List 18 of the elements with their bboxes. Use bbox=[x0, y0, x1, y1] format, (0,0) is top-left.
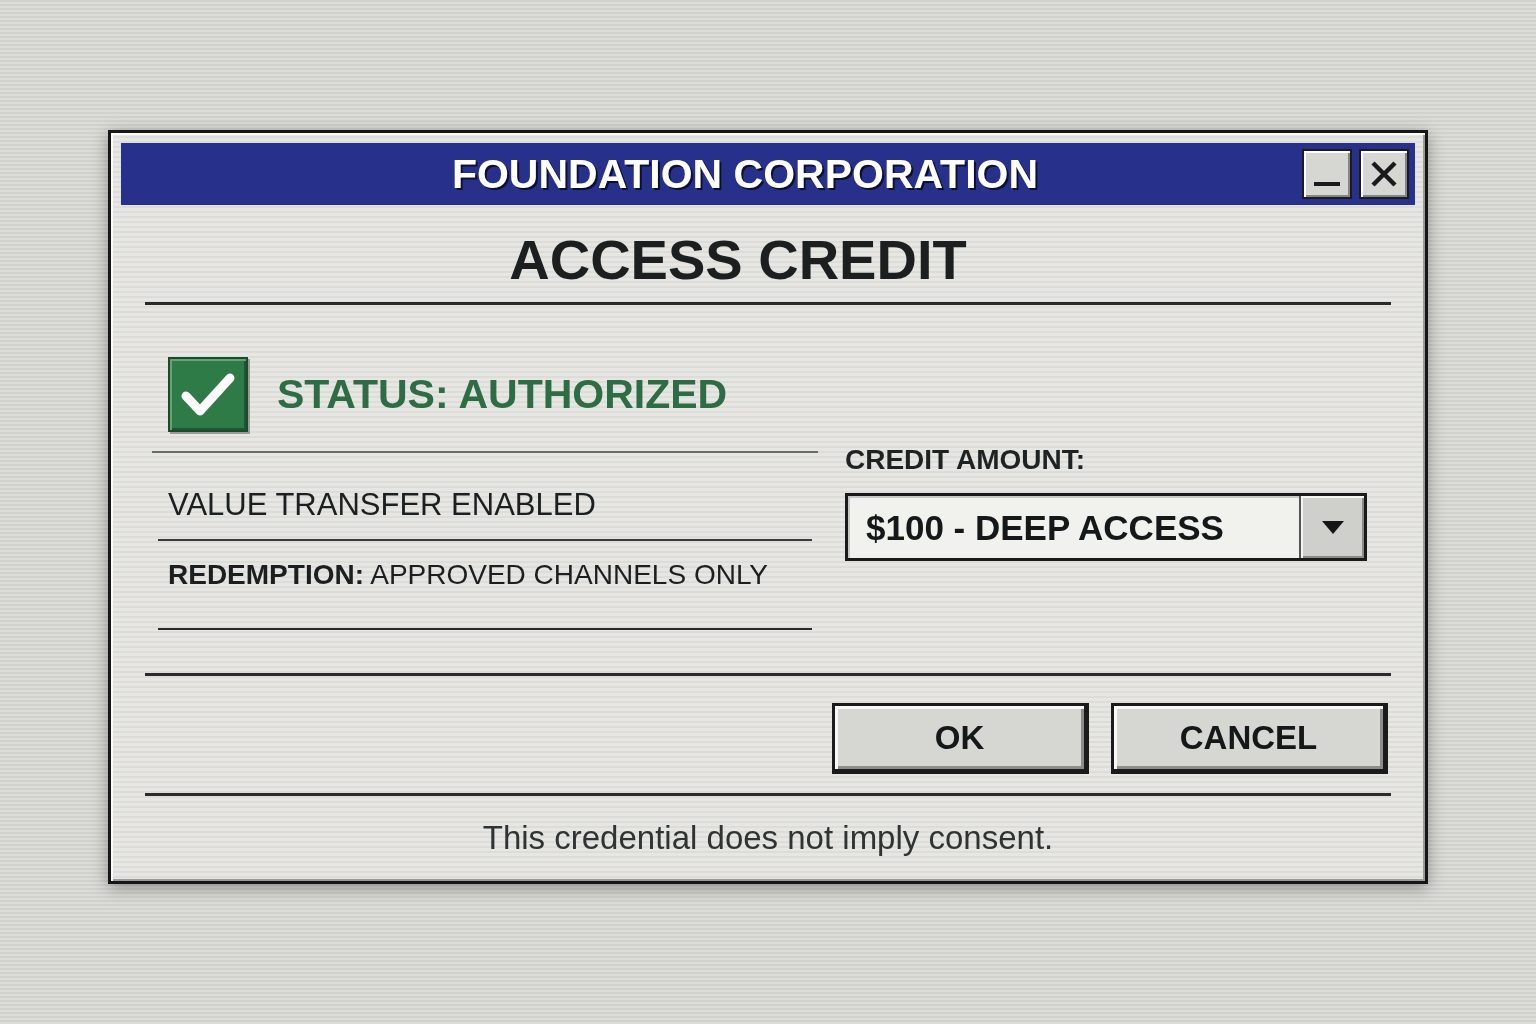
transfer-status-text: VALUE TRANSFER ENABLED bbox=[168, 487, 596, 522]
status-checkbox[interactable] bbox=[168, 357, 248, 432]
credit-amount-label: CREDIT AMOUNT: bbox=[845, 444, 1086, 475]
minimize-button[interactable] bbox=[1302, 149, 1352, 199]
window-title: FOUNDATION CORPORATION bbox=[451, 150, 1039, 197]
cancel-button[interactable]: CANCEL bbox=[1111, 703, 1388, 774]
dropdown-arrow-button[interactable] bbox=[1299, 496, 1364, 558]
ok-button[interactable]: OK bbox=[832, 703, 1089, 774]
check-icon bbox=[181, 373, 235, 416]
caret-down-icon bbox=[1321, 520, 1344, 534]
dialog-heading: ACCESS CREDIT bbox=[509, 228, 967, 291]
footer-disclaimer: This credential does not imply consent. bbox=[482, 819, 1054, 856]
close-button[interactable] bbox=[1359, 149, 1409, 199]
status-label: STATUS: AUTHORIZED bbox=[277, 374, 728, 415]
minimize-icon bbox=[1314, 182, 1340, 186]
redemption-text: REDEMPTION: APPROVED CHANNELS ONLY bbox=[168, 559, 769, 590]
close-icon bbox=[1370, 160, 1398, 188]
credit-amount-dropdown[interactable]: $100 - DEEP ACCESS bbox=[845, 493, 1367, 561]
